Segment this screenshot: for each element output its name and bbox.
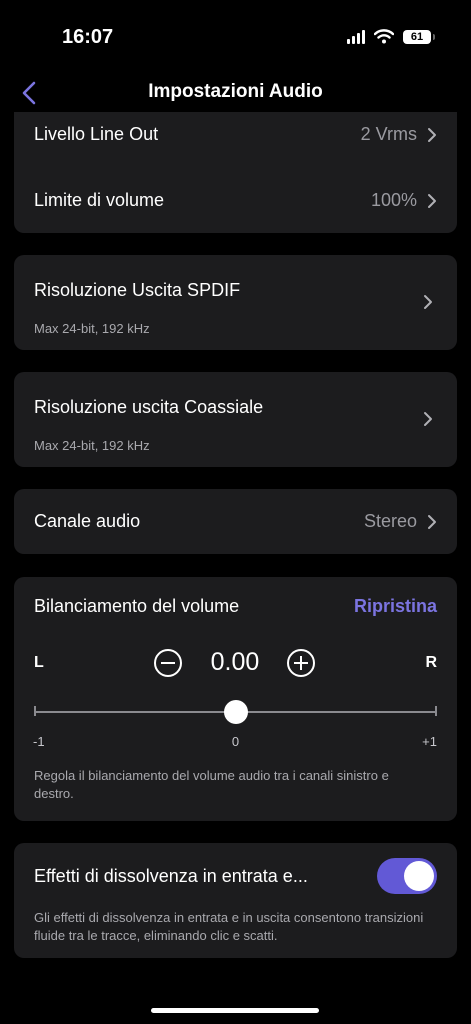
toggle-knob [404,861,434,891]
fade-toggle[interactable] [377,858,437,894]
slider-max-label: +1 [422,734,437,749]
chevron-right-icon [428,193,436,208]
balance-increase-button[interactable] [287,649,315,677]
coax-resolution-row[interactable]: Risoluzione uscita Coassiale Max 24-bit,… [14,372,457,467]
balance-title: Bilanciamento del volume [34,596,240,616]
audio-channel-row[interactable]: Canale audio Stereo [14,489,457,554]
slider-mid-label: 0 [231,734,240,749]
volume-limit-label: Limite di volume [34,190,165,210]
volume-limit-row[interactable]: Limite di volume 100% [34,190,437,211]
balance-description: Regola il bilanciamento del volume audio… [34,768,389,801]
balance-right-label: R [425,654,437,671]
coax-sub: Max 24-bit, 192 kHz [34,438,150,453]
volume-limit-value: 100% [370,190,417,210]
chevron-right-icon [428,514,436,529]
battery-level: 61 [410,30,424,43]
balance-decrease-button[interactable] [154,649,182,677]
spdif-resolution-row[interactable]: Risoluzione Uscita SPDIF Max 24-bit, 192… [14,255,457,350]
status-icons: 61 [347,29,435,44]
spdif-label: Risoluzione Uscita SPDIF [34,280,241,300]
balance-card: Bilanciamento del volume Ripristina L R … [14,577,457,821]
slider-tick-min [34,706,36,716]
audio-channel-label: Canale audio [34,511,141,531]
audio-channel-value: Stereo [363,511,417,531]
fade-description: Gli effetti di dissolvenza in entrata e … [34,910,424,943]
balance-value: 0.00 [210,648,260,676]
fade-card: Effetti di dissolvenza in entrata e... G… [14,843,457,958]
signal-icon [347,29,365,44]
page-title: Impostazioni Audio [148,81,323,102]
coax-label: Risoluzione uscita Coassiale [34,397,264,417]
coax-row-content: Risoluzione uscita Coassiale [34,397,437,418]
fade-label: Effetti di dissolvenza in entrata e... [34,865,308,886]
fade-row: Effetti di dissolvenza in entrata e... [34,858,437,894]
balance-header: Bilanciamento del volume Ripristina [34,596,437,617]
wifi-icon [374,29,394,44]
spdif-row-content: Risoluzione Uscita SPDIF [34,280,437,301]
line-out-value: 2 Vrms [360,124,417,144]
chevron-right-icon [424,295,432,309]
line-out-row[interactable]: Livello Line Out 2 Vrms [34,124,437,145]
home-indicator [151,1008,319,1013]
battery-icon: 61 [403,29,435,44]
chevron-right-icon [428,127,436,142]
audio-channel-content: Canale audio Stereo [34,511,437,532]
slider-thumb[interactable] [223,700,248,724]
chevron-right-icon [424,412,432,426]
line-out-label: Livello Line Out [34,124,159,144]
output-level-card: Livello Line Out 2 Vrms Limite di volume… [14,112,457,233]
status-time: 16:07 [62,26,114,48]
slider-tick-max [435,706,437,716]
spdif-sub: Max 24-bit, 192 kHz [34,321,150,336]
balance-slider[interactable] [34,700,437,724]
reset-button[interactable]: Ripristina [354,596,437,617]
balance-left-label: L [34,654,44,671]
